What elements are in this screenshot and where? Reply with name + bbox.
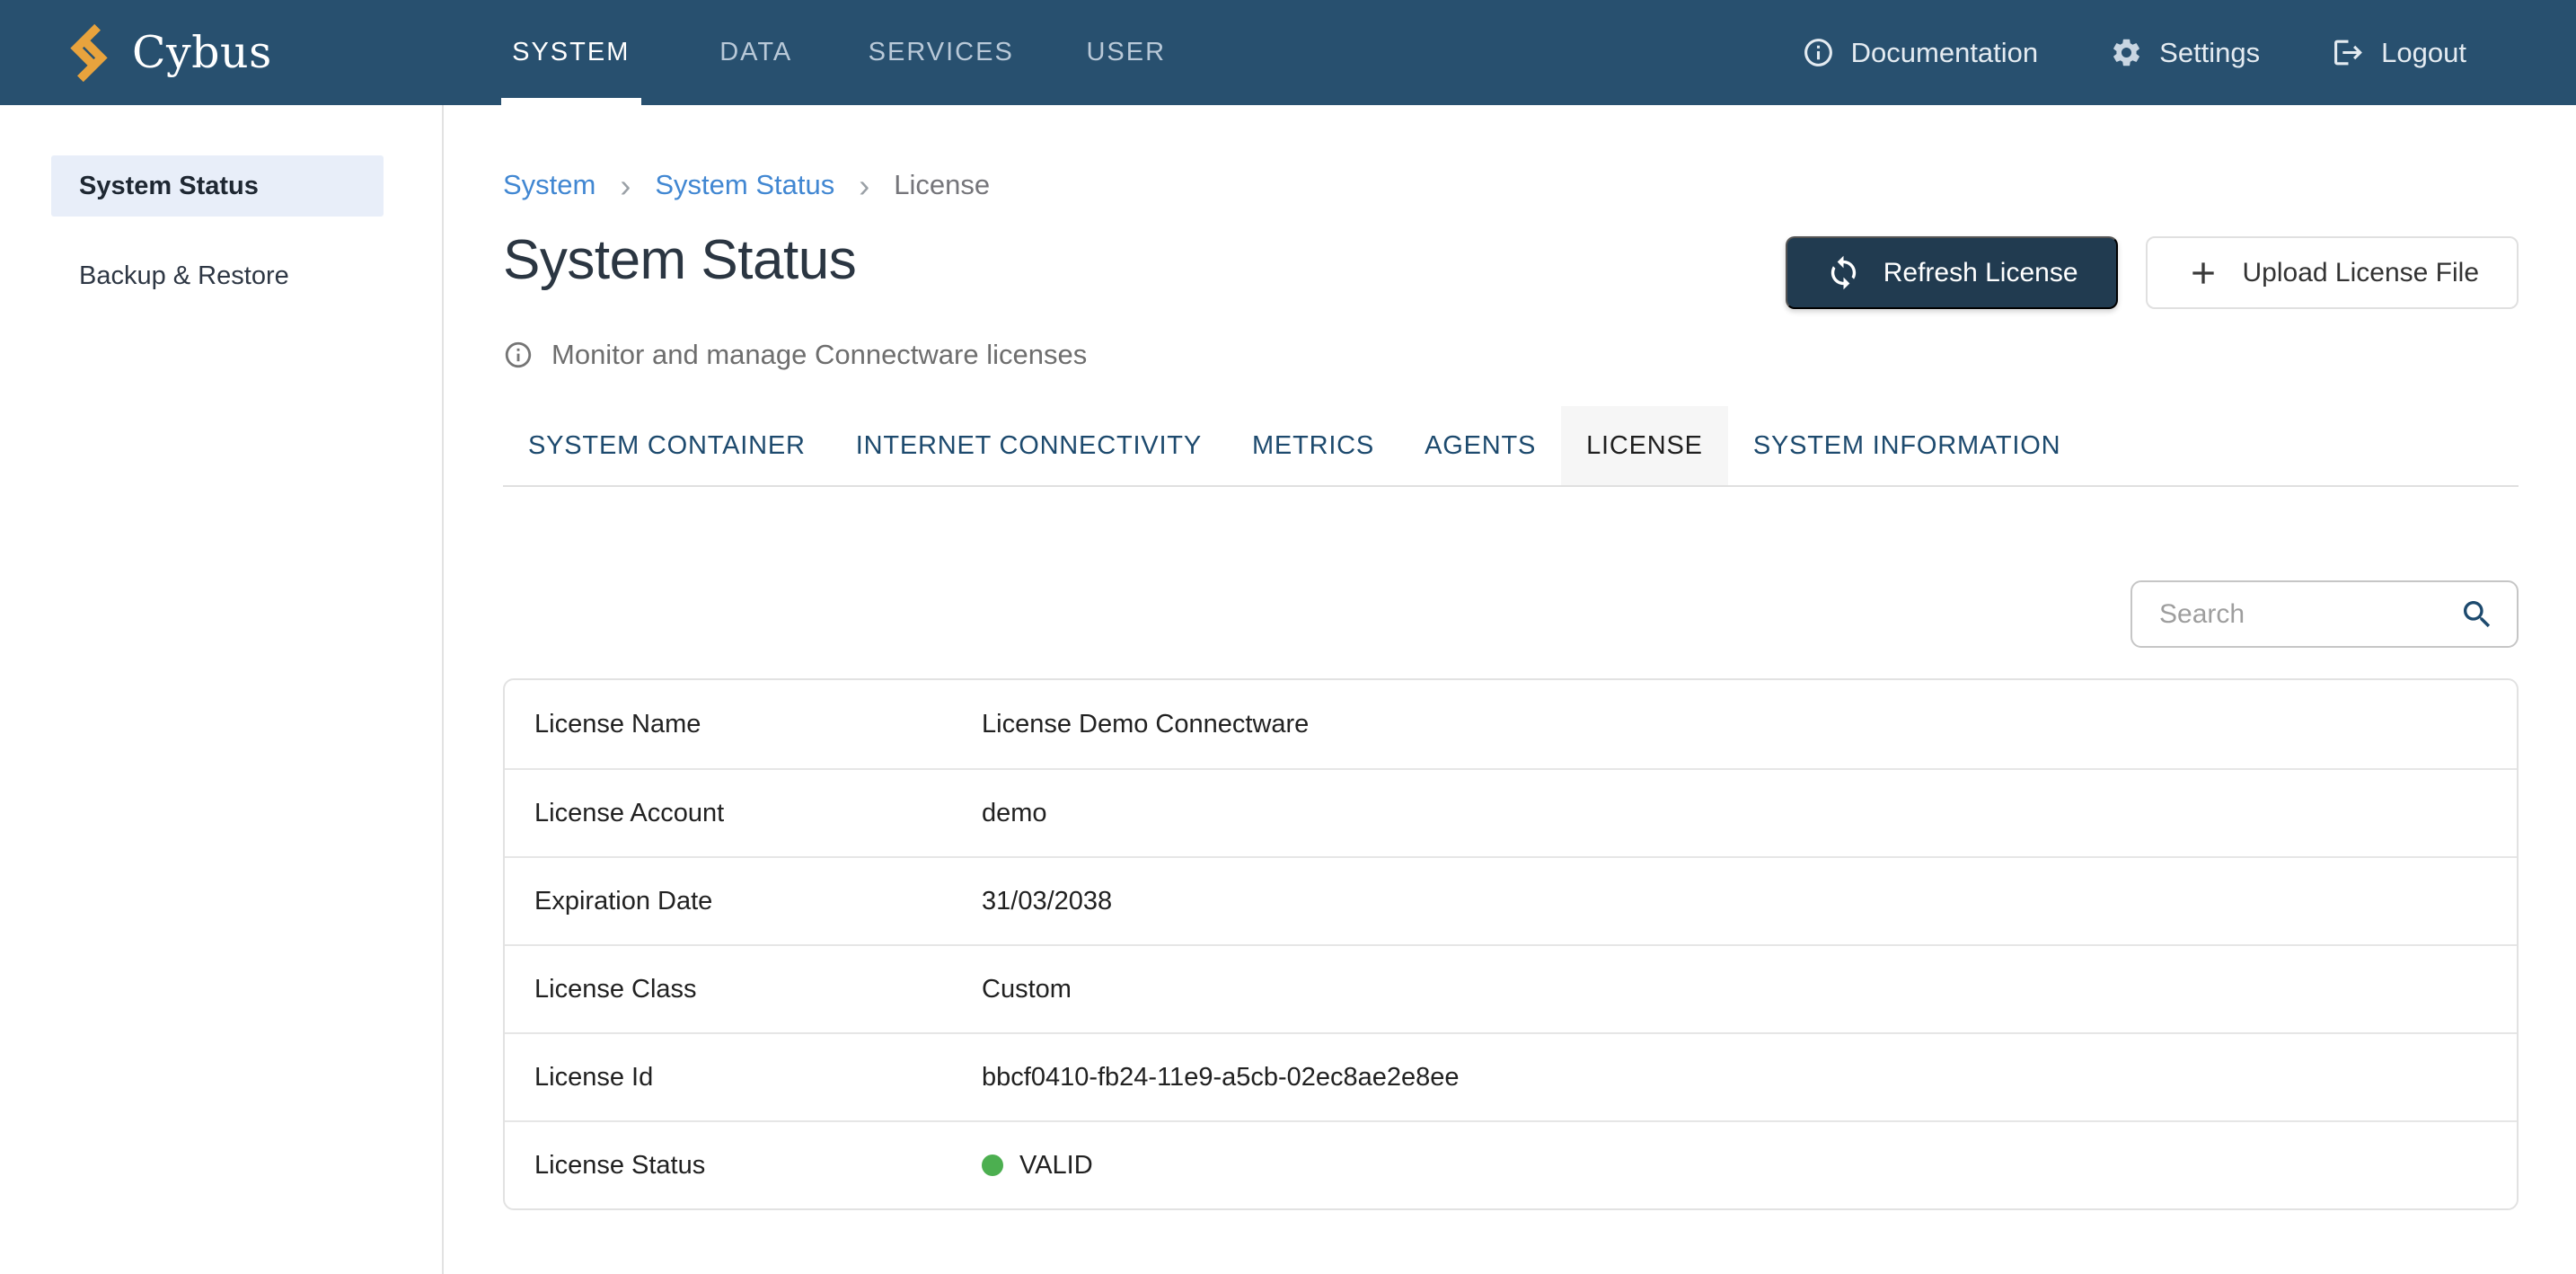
subtitle-text: Monitor and manage Connectware licenses <box>551 339 1087 371</box>
navbar-actions: Documentation Settings Logout <box>1802 36 2576 69</box>
table-row: License Class Custom <box>505 944 2517 1032</box>
breadcrumb-license: License <box>894 169 990 201</box>
settings-link[interactable]: Settings <box>2110 36 2260 69</box>
status-dot-icon <box>982 1155 1003 1176</box>
status-tabs: SYSTEM CONTAINER INTERNET CONNECTIVITY M… <box>503 406 2519 487</box>
info-icon <box>503 340 534 370</box>
main-nav: SYSTEM DATA SERVICES USER <box>479 0 1219 105</box>
table-row: License Account demo <box>505 768 2517 856</box>
info-icon <box>1802 36 1835 69</box>
refresh-license-button[interactable]: Refresh License <box>1786 236 2118 309</box>
chevron-right-icon: › <box>859 172 869 199</box>
chevron-right-icon: › <box>620 172 631 199</box>
breadcrumb-system-status[interactable]: System Status <box>655 169 834 201</box>
row-label: License Name <box>505 710 982 739</box>
tab-agents[interactable]: AGENTS <box>1399 406 1561 485</box>
logout-link[interactable]: Logout <box>2332 36 2466 69</box>
search-icon <box>2459 597 2495 633</box>
page-subtitle: Monitor and manage Connectware licenses <box>503 339 2519 371</box>
search-row <box>503 580 2519 648</box>
row-value: demo <box>982 799 1047 828</box>
tab-internet-connectivity[interactable]: INTERNET CONNECTIVITY <box>831 406 1227 485</box>
row-value: 31/03/2038 <box>982 887 1112 916</box>
row-value: License Demo Connectware <box>982 710 1309 739</box>
table-row: Expiration Date 31/03/2038 <box>505 856 2517 944</box>
settings-label: Settings <box>2159 37 2260 69</box>
table-row: License Status VALID <box>505 1120 2517 1208</box>
nav-item-services[interactable]: SERVICES <box>849 0 1034 105</box>
upload-license-button[interactable]: Upload License File <box>2146 236 2519 309</box>
brand-logo[interactable]: Cybus <box>0 24 272 82</box>
upload-license-label: Upload License File <box>2243 258 2479 288</box>
content-area: System › System Status › License System … <box>444 105 2576 1274</box>
documentation-label: Documentation <box>1851 37 2039 69</box>
sidebar-item-system-status[interactable]: System Status <box>51 155 384 217</box>
row-label: Expiration Date <box>505 887 982 916</box>
breadcrumb-system[interactable]: System <box>503 169 595 201</box>
search-box[interactable] <box>2130 580 2519 648</box>
nav-item-user[interactable]: USER <box>1034 0 1219 105</box>
breadcrumb: System › System Status › License <box>503 169 2519 201</box>
tab-system-container[interactable]: SYSTEM CONTAINER <box>503 406 831 485</box>
documentation-link[interactable]: Documentation <box>1802 36 2039 69</box>
row-value: VALID <box>982 1151 1093 1181</box>
row-label: License Status <box>505 1151 982 1181</box>
table-row: License Name License Demo Connectware <box>505 680 2517 768</box>
search-input[interactable] <box>2159 599 2459 630</box>
tab-system-information[interactable]: SYSTEM INFORMATION <box>1728 406 2086 485</box>
table-row: License Id bbcf0410-fb24-11e9-a5cb-02ec8… <box>505 1032 2517 1120</box>
logout-icon <box>2332 36 2365 69</box>
row-value: bbcf0410-fb24-11e9-a5cb-02ec8ae2e8ee <box>982 1063 1460 1093</box>
header-actions: Refresh License Upload License File <box>1786 236 2519 309</box>
tab-metrics[interactable]: METRICS <box>1227 406 1399 485</box>
license-table: License Name License Demo Connectware Li… <box>503 678 2519 1210</box>
logout-label: Logout <box>2381 37 2466 69</box>
sync-icon <box>1825 254 1862 291</box>
row-value: Custom <box>982 975 1072 1004</box>
nav-item-system[interactable]: SYSTEM <box>479 0 664 105</box>
nav-item-data[interactable]: DATA <box>664 0 849 105</box>
refresh-license-label: Refresh License <box>1883 258 2078 288</box>
row-label: License Id <box>505 1063 982 1093</box>
plus-icon <box>2185 255 2221 291</box>
status-badge: VALID <box>1019 1151 1093 1181</box>
sidebar: System Status Backup & Restore <box>0 105 444 1274</box>
cybus-logo-icon <box>66 24 112 82</box>
main-layout: System Status Backup & Restore System › … <box>0 105 2576 1274</box>
row-label: License Class <box>505 975 982 1004</box>
sidebar-item-backup-restore[interactable]: Backup & Restore <box>51 245 384 306</box>
gear-icon <box>2110 36 2143 69</box>
top-navbar: Cybus SYSTEM DATA SERVICES USER Document… <box>0 0 2576 105</box>
brand-name: Cybus <box>132 27 272 78</box>
tab-license[interactable]: LICENSE <box>1561 406 1728 485</box>
row-label: License Account <box>505 799 982 828</box>
